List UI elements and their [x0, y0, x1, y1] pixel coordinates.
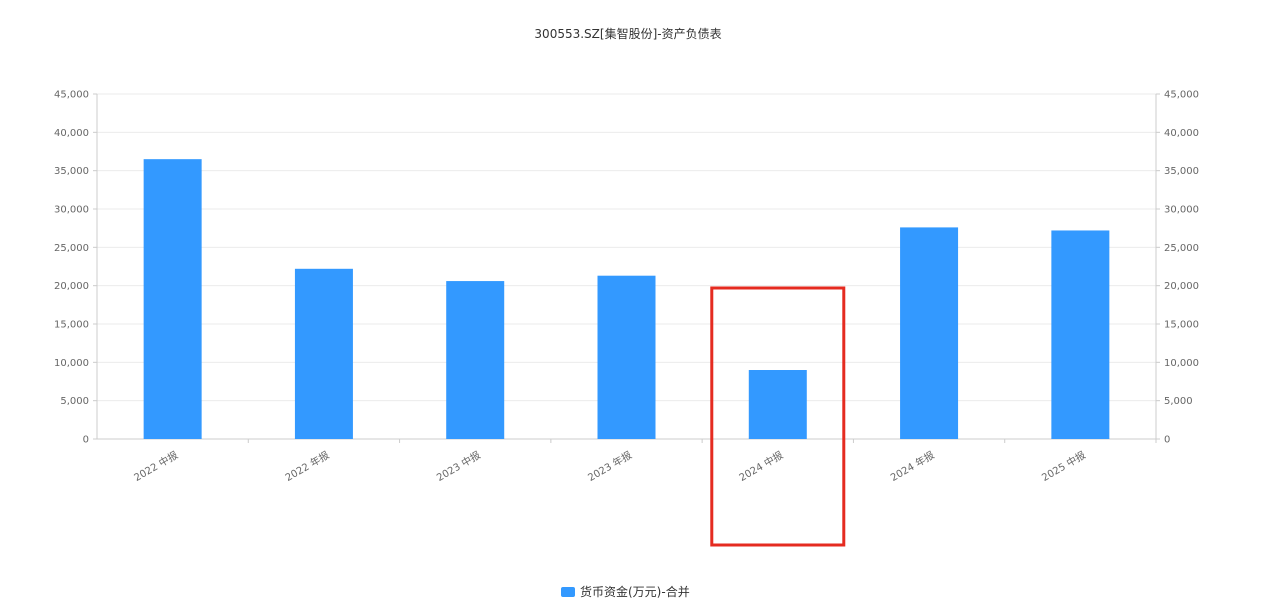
- right-y-tick-label: 45,000: [1164, 90, 1199, 101]
- left-y-tick-label: 10,000: [54, 358, 89, 369]
- bars: [143, 159, 1110, 439]
- left-y-axis-ticks: 0 5,000 10,000 15,000 20,000 25,000 30,000 35,0…: [54, 90, 97, 446]
- x-category-label: 2023 年报: [585, 448, 634, 484]
- bar[interactable]: [597, 275, 656, 439]
- bar[interactable]: [294, 268, 353, 439]
- right-y-tick-label: 35,000: [1164, 166, 1199, 177]
- right-y-tick-label: 20,000: [1164, 281, 1199, 292]
- right-y-axis-ticks: 0 5,000 10,000 15,000 20,000 25,000 30,000 35,0…: [1156, 90, 1199, 446]
- legend-swatch: [561, 587, 575, 597]
- left-y-tick-label: 35,000: [54, 166, 89, 177]
- x-axis-category-labels: 2022 中报 2022 年报 2023 中报 2023 年报 2024 中报 2024 …: [132, 439, 1157, 484]
- right-y-tick-label: 25,000: [1164, 243, 1199, 254]
- right-y-tick-label: 15,000: [1164, 320, 1199, 331]
- legend[interactable]: 货币资金(万元)-合并: [561, 584, 690, 599]
- bar[interactable]: [446, 281, 505, 439]
- bar[interactable]: [900, 227, 959, 439]
- x-category-label: 2023 中报: [434, 448, 483, 484]
- chart-root: 300553.SZ[集智股份]-资产负债表 0 5,000 10,000 15,000…: [0, 0, 1267, 616]
- bar-chart: 300553.SZ[集智股份]-资产负债表 0 5,000 10,000 15,000…: [54, 26, 1199, 599]
- left-y-tick-label: 20,000: [54, 281, 89, 292]
- left-y-tick-label: 5,000: [60, 396, 89, 407]
- x-category-label: 2022 年报: [283, 448, 332, 484]
- x-category-label: 2025 中报: [1039, 448, 1088, 484]
- left-y-tick-label: 30,000: [54, 205, 89, 216]
- x-category-label: 2024 中报: [737, 448, 786, 484]
- right-y-tick-label: 30,000: [1164, 205, 1199, 216]
- legend-label: 货币资金(万元)-合并: [580, 584, 690, 599]
- right-y-tick-label: 0: [1164, 435, 1170, 446]
- bar[interactable]: [143, 159, 202, 439]
- left-y-tick-label: 15,000: [54, 320, 89, 331]
- x-category-label: 2022 中报: [132, 448, 181, 484]
- bar[interactable]: [748, 370, 807, 439]
- bar[interactable]: [1051, 230, 1110, 439]
- left-y-tick-label: 45,000: [54, 90, 89, 101]
- left-y-tick-label: 40,000: [54, 128, 89, 139]
- right-y-tick-label: 40,000: [1164, 128, 1199, 139]
- left-y-tick-label: 0: [83, 435, 89, 446]
- right-y-tick-label: 10,000: [1164, 358, 1199, 369]
- left-y-tick-label: 25,000: [54, 243, 89, 254]
- right-y-tick-label: 5,000: [1164, 396, 1193, 407]
- chart-title: 300553.SZ[集智股份]-资产负债表: [534, 26, 721, 41]
- x-category-label: 2024 年报: [888, 448, 937, 484]
